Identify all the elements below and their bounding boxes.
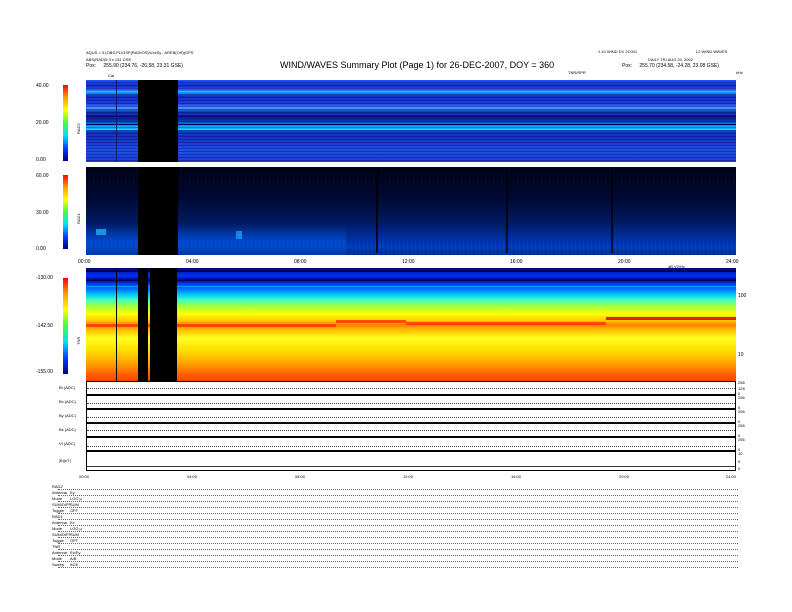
header-meta-right-1: 1.10 WIND DV 2C001 xyxy=(598,49,638,54)
line-label-vt: Vt (ADC) xyxy=(59,441,75,446)
rad1-time-tick-1: 04:00 xyxy=(186,259,199,265)
tnr-axis-label: TNR xyxy=(76,336,81,345)
bz-right-tick-top: 256 xyxy=(738,423,745,428)
top-right-label: TNR/RPR xyxy=(568,70,586,75)
info-dotted-row xyxy=(58,501,738,502)
line-label-bx: Bx (ADC) xyxy=(59,399,76,404)
info-dotted-row xyxy=(58,495,738,496)
header-meta-left-1: AQUS = 3 (OBS:PLIOSP(RADIOS)/UxxSy : ARE… xyxy=(86,50,194,55)
info-dotted-row xyxy=(58,549,738,550)
bottom-time-tick-6: 24:00 xyxy=(726,474,737,479)
rad2-tick-mid: 20.00 xyxy=(36,120,49,126)
header-pos-right-label: Pos: xyxy=(622,63,633,69)
tnr-right-tick-100: 100 xyxy=(738,293,747,299)
rad2-tick-bottom: 0.00 xyxy=(36,157,46,163)
bottom-time-tick-3: 12:00 xyxy=(403,474,414,479)
line-label-b-nt: |B|(nT) xyxy=(59,458,72,463)
tnr-data-gap-3 xyxy=(156,268,177,381)
rad1-colorbar xyxy=(63,175,68,249)
line-panel-bx xyxy=(86,395,736,409)
rad2-spectrogram xyxy=(86,80,736,162)
line-panel-by xyxy=(86,409,736,423)
rad2-data-gap-2 xyxy=(176,80,178,162)
rad1-time-tick-4: 16:00 xyxy=(510,259,523,265)
line-label-by: By (ADC) xyxy=(59,413,76,418)
line-label-bt: Bt (ADC) xyxy=(59,385,75,390)
line-panel-b-nt xyxy=(86,451,736,471)
line-panel-vt xyxy=(86,437,736,451)
tnr-tick-top: -130.00 xyxy=(36,275,53,281)
header-meta-right-2: L2 WIND WAVES xyxy=(696,49,728,54)
bottom-time-tick-2: 08:00 xyxy=(295,474,306,479)
rad2-axis-label: RAD2 xyxy=(76,123,81,134)
bnt-right-tick-mid: 5 xyxy=(738,459,741,464)
rad2-tick-top: 40.00 xyxy=(36,83,49,89)
info-dotted-row xyxy=(58,555,738,556)
info-dotted-row xyxy=(58,561,738,562)
rad1-tick-mid: 30.00 xyxy=(36,210,49,216)
tnr-data-gap-1 xyxy=(138,268,148,381)
bottom-time-tick-0: 00:00 xyxy=(79,474,90,479)
header-pos-right: Pos: 255.70 (234.58, -24.28, 23.08 GSE) xyxy=(622,63,719,69)
info-dotted-row xyxy=(58,525,738,526)
rad1-tick-bottom: 0.00 xyxy=(36,246,46,252)
info-dotted-row xyxy=(58,531,738,532)
by-right-tick-top: 256 xyxy=(738,409,745,414)
header-pos-left-label: Pos: xyxy=(86,63,97,69)
rad1-time-tick-0: 00:00 xyxy=(78,259,91,265)
header-pos-right-value: 255.70 (234.58, -24.28, 23.08 GSE) xyxy=(639,63,719,69)
cal-marker: Cal xyxy=(108,73,115,78)
rad1-tick-top: 60.00 xyxy=(36,173,49,179)
tnr-right-tick-10: 10 xyxy=(738,352,744,358)
line-label-bz: Bz (ADC) xyxy=(59,427,76,432)
info-dotted-row xyxy=(58,489,738,490)
header-meta-left-2: ABS(RAD)5:3 x 131 GSE xyxy=(86,57,132,62)
rad1-time-tick-6: 24:00 xyxy=(726,259,739,265)
bnt-right-tick-top: 10 xyxy=(738,451,743,456)
bottom-time-tick-4: 16:00 xyxy=(511,474,522,479)
header-pos-left: Pos: 255.90 (234.76, -26.58, 23.31 GSE) xyxy=(86,63,183,69)
bottom-time-tick-5: 20:00 xyxy=(619,474,630,479)
header-meta-right-3: DAILY TRI AUG 20, 2002 xyxy=(648,57,693,62)
info-dotted-row xyxy=(58,537,738,538)
rad1-time-tick-5: 20:00 xyxy=(618,259,631,265)
vt-right-tick-top: 256 xyxy=(738,437,745,442)
info-dotted-row xyxy=(58,543,738,544)
rad2-data-gap-1 xyxy=(138,80,176,162)
rad2-colorbar xyxy=(63,85,68,161)
rad1-time-tick-3: 12:00 xyxy=(402,259,415,265)
rad1-axis-label: RAD1 xyxy=(76,213,81,224)
line-panel-bt xyxy=(86,381,736,395)
tnr-tick-bottom: -155.00 xyxy=(36,369,53,375)
info-dotted-row xyxy=(58,513,738,514)
top-right-unit: kHz xyxy=(736,70,743,75)
line-panel-bz xyxy=(86,423,736,437)
rad1-time-tick-2: 08:00 xyxy=(294,259,307,265)
info-dotted-row xyxy=(58,507,738,508)
page-title: WIND/WAVES Summary Plot (Page 1) for 26-… xyxy=(280,60,555,70)
tnr-tick-mid: -142.50 xyxy=(36,323,53,329)
bt-right-tick-top: 256 xyxy=(738,380,745,385)
info-dotted-row xyxy=(58,567,738,568)
bottom-time-tick-1: 04:00 xyxy=(187,474,198,479)
info-dotted-row xyxy=(58,519,738,520)
tnr-colorbar xyxy=(63,278,68,374)
bx-right-tick-top: 256 xyxy=(738,395,745,400)
rad1-data-gap xyxy=(138,167,178,255)
tnr-spectrogram xyxy=(86,268,736,381)
bnt-right-tick-bottom: 0 xyxy=(738,466,741,471)
header-pos-left-value: 255.90 (234.76, -26.58, 23.31 GSE) xyxy=(103,63,183,69)
rad1-spectrogram xyxy=(86,167,736,255)
